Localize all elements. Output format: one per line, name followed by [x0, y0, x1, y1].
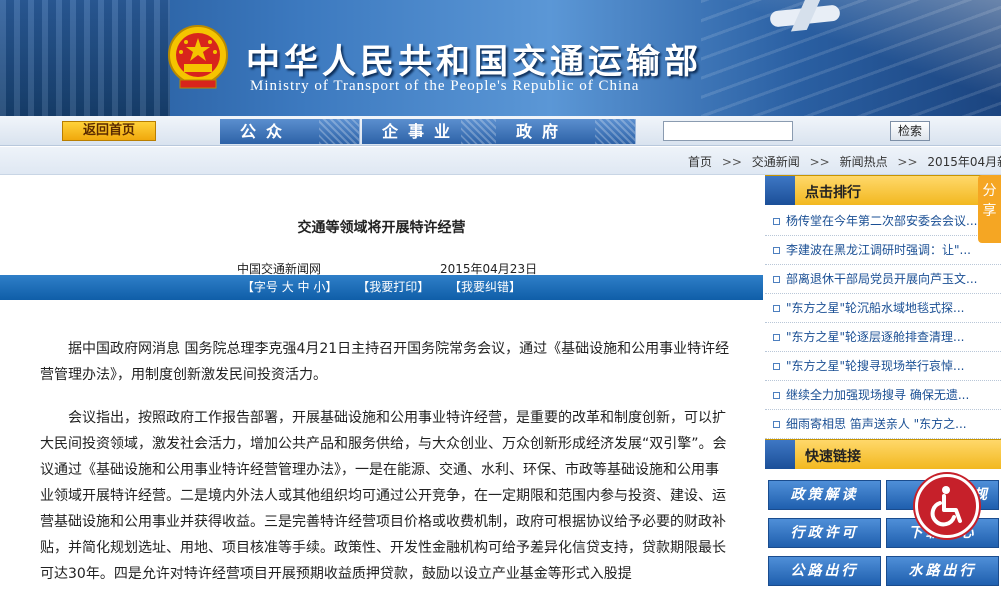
article-paragraph: 会议指出，按照政府工作报告部署，开展基础设施和公用事业特许经营，是重要的改革和制…: [40, 410, 727, 582]
tab-public-label: 公众: [240, 122, 293, 141]
quicklink-waterway-travel[interactable]: 水路出行: [886, 556, 999, 586]
list-item[interactable]: 部离退休干部局党员开展向芦玉文...: [765, 265, 1001, 294]
breadcrumb-home[interactable]: 首页: [688, 155, 712, 169]
bullet-icon: [773, 305, 780, 312]
site-title: 中华人民共和国交通运输部: [246, 42, 702, 82]
list-item[interactable]: 继续全力加强现场搜寻 确保无遗...: [765, 381, 1001, 410]
list-item-label: 部离退休干部局党员开展向芦玉文...: [786, 272, 978, 286]
quicklink-policy-interpretation[interactable]: 政策解读: [768, 480, 881, 510]
site-title-english: Ministry of Transport of the People's Re…: [250, 78, 640, 94]
list-item-label: 细雨寄相思 笛声送亲人 "东方之...: [786, 417, 967, 431]
national-emblem-icon: [168, 25, 228, 89]
article-paragraph: 据中国政府网消息 国务院总理李克强4月21日主持召开国务院常务会议，通过《基础设…: [40, 341, 730, 383]
header-decoration: [765, 176, 795, 205]
ranking-title: 点击排行: [805, 185, 861, 201]
list-item[interactable]: 细雨寄相思 笛声送亲人 "东方之...: [765, 410, 1001, 439]
header-decoration: [765, 440, 795, 469]
breadcrumb-hot-news[interactable]: 新闻热点: [840, 155, 888, 169]
accessibility-button[interactable]: [915, 474, 979, 538]
list-item[interactable]: "东方之星"轮沉船水域地毯式探...: [765, 294, 1001, 323]
tab-enterprise[interactable]: 企事业: [362, 119, 502, 144]
list-item[interactable]: 李建波在黑龙江调研时强调：让"...: [765, 236, 1001, 265]
home-button[interactable]: 返回首页: [62, 121, 156, 141]
list-item[interactable]: "东方之星"轮搜寻现场举行哀悼...: [765, 352, 1001, 381]
tab-decoration: [461, 119, 501, 144]
main-nav: 返回首页 公众 企事业 政府 检索: [0, 116, 1001, 146]
list-item-label: 杨传堂在今年第二次部安委会会议...: [786, 214, 978, 228]
tab-decoration: [595, 119, 635, 144]
bullet-icon: [773, 363, 780, 370]
list-item-label: "东方之星"轮逐层逐舱排查清理...: [786, 330, 965, 344]
tab-enterprise-label: 企事业: [382, 122, 461, 141]
list-item-label: "东方之星"轮沉船水域地毯式探...: [786, 301, 965, 315]
tab-government-label: 政府: [516, 122, 569, 141]
breadcrumb-separator: >>: [809, 155, 830, 169]
ranking-header: 点击排行: [765, 175, 1001, 205]
list-item-label: "东方之星"轮搜寻现场举行哀悼...: [786, 359, 965, 373]
breadcrumb-month[interactable]: 2015年04月新闻: [927, 155, 1001, 169]
bullet-icon: [773, 334, 780, 341]
bullet-icon: [773, 392, 780, 399]
report-error-button[interactable]: 【我要纠错】: [449, 280, 521, 294]
tab-government[interactable]: 政府: [496, 119, 636, 144]
tab-decoration: [319, 119, 359, 144]
search-input[interactable]: [663, 121, 793, 141]
bullet-icon: [773, 276, 780, 283]
list-item[interactable]: 杨传堂在今年第二次部安委会会议...: [765, 207, 1001, 236]
quicklinks-header: 快速链接: [765, 439, 1001, 469]
tab-public[interactable]: 公众: [220, 119, 360, 144]
quicklinks-title: 快速链接: [805, 449, 861, 465]
breadcrumb-separator: >>: [721, 155, 742, 169]
breadcrumb-separator: >>: [897, 155, 918, 169]
breadcrumb: 首页 >> 交通新闻 >> 新闻热点 >> 2015年04月新闻: [0, 147, 1001, 175]
bullet-icon: [773, 247, 780, 254]
share-button[interactable]: 分享: [978, 175, 1001, 243]
bullet-icon: [773, 421, 780, 428]
ranking-list: 杨传堂在今年第二次部安委会会议... 李建波在黑龙江调研时强调：让"... 部离…: [765, 207, 1001, 439]
list-item-label: 继续全力加强现场搜寻 确保无遗...: [786, 388, 970, 402]
quicklink-administrative-license[interactable]: 行政许可: [768, 518, 881, 548]
site-banner: 中华人民共和国交通运输部 Ministry of Transport of th…: [0, 0, 1001, 116]
article-tools: 【字号 大 中 小】 【我要打印】 【我要纠错】: [0, 275, 763, 300]
breadcrumb-news[interactable]: 交通新闻: [752, 155, 800, 169]
wheelchair-icon: [930, 486, 962, 527]
highway-image: [701, 0, 1001, 116]
print-button[interactable]: 【我要打印】: [357, 280, 429, 294]
port-crane-image: [0, 0, 170, 116]
search-button[interactable]: 检索: [890, 121, 930, 141]
quicklink-road-travel[interactable]: 公路出行: [768, 556, 881, 586]
list-item-label: 李建波在黑龙江调研时强调：让"...: [786, 243, 971, 257]
list-item[interactable]: "东方之星"轮逐层逐舱排查清理...: [765, 323, 1001, 352]
article-body: 据中国政府网消息 国务院总理李克强4月21日主持召开国务院常务会议，通过《基础设…: [40, 336, 730, 597]
bullet-icon: [773, 218, 780, 225]
article-title: 交通等领域将开展特许经营: [297, 220, 466, 236]
font-size-control[interactable]: 【字号 大 中 小】: [242, 280, 337, 294]
